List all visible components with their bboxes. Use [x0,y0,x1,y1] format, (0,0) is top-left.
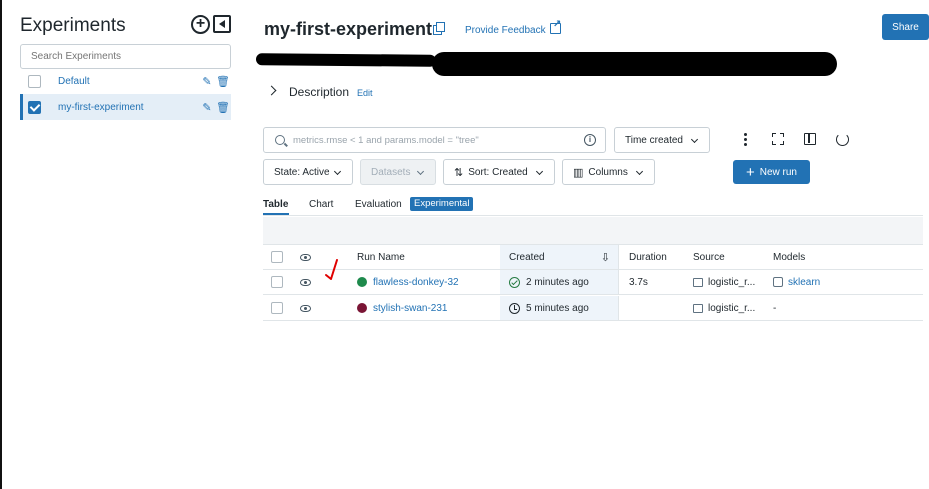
fullscreen-icon[interactable] [772,133,784,145]
chevron-down-icon [690,135,699,144]
chevron-right-icon[interactable] [266,85,277,96]
run-name-link[interactable]: stylish-swan-231 [373,303,447,314]
refresh-icon[interactable] [836,133,849,146]
visibility-header[interactable] [300,245,311,269]
source-file-icon [693,303,703,313]
run-color-dot[interactable] [357,303,367,313]
time-created-dropdown[interactable]: Time created [614,127,710,153]
state-filter-label: State: Active [274,166,330,178]
experimental-badge: Experimental [410,197,474,211]
new-run-button[interactable]: + New run [733,160,810,184]
redaction-mark [255,53,437,67]
model-icon [773,277,783,287]
state-filter-dropdown[interactable]: State: Active [263,159,353,185]
sort-icon: ⇅ [454,166,464,179]
red-checkmark-annotation [325,259,338,280]
created-time: 5 minutes ago [526,302,589,314]
source-file-icon [693,277,703,287]
description-label[interactable]: Description [289,85,349,99]
eye-icon[interactable] [300,278,311,286]
collapse-sidebar-icon[interactable] [213,15,231,33]
new-run-label: New run [759,166,797,178]
sidebar-item-label[interactable]: Default [58,76,199,87]
side-panel-icon[interactable] [804,133,816,145]
chevron-down-icon [333,167,342,176]
page-title: my-first-experiment [264,19,433,39]
source-link[interactable]: logistic_r... [708,303,755,314]
info-icon[interactable]: i [584,134,596,146]
sidebar-title: Experiments [20,15,126,36]
created-time: 2 minutes ago [526,276,589,288]
chevron-down-icon [635,167,644,176]
col-header-duration[interactable]: Duration [629,245,667,269]
time-created-label: Time created [625,134,683,146]
table-row[interactable]: stylish-swan-231 5 minutes ago logistic_… [263,296,923,321]
sidebar-item-label[interactable]: my-first-experiment [58,102,199,113]
experiments-sidebar: Experiments + Default ✎ 🗑 my-first-exper… [2,0,240,489]
chevron-down-icon [416,167,425,176]
plus-icon: + [745,163,755,181]
add-experiment-icon[interactable]: + [191,15,210,34]
running-status-icon [509,302,520,314]
search-icon [275,135,285,145]
table-header-row: Run Name Created ⇩ Duration Source Model… [263,244,923,270]
model-link[interactable]: sklearn [788,277,820,288]
col-header-run-name[interactable]: Run Name [357,245,405,269]
tab-evaluation[interactable]: Evaluation [355,199,402,210]
finished-status-icon [509,276,520,288]
redaction-mark [432,52,837,76]
sort-label: Sort: Created [468,166,528,178]
sidebar-item-default[interactable]: Default ✎ 🗑 [20,68,231,94]
experiment-checkbox[interactable] [28,74,41,88]
row-checkbox[interactable] [271,302,283,314]
columns-icon: ▥ [573,166,584,179]
table-row[interactable]: flawless-donkey-32 2 minutes ago 3.7s lo… [263,270,923,295]
copy-icon[interactable] [433,22,445,35]
col-header-source[interactable]: Source [693,245,725,269]
sort-desc-icon[interactable]: ⇩ [601,251,610,264]
row-checkbox[interactable] [271,276,283,288]
select-all-checkbox-cell[interactable] [271,245,283,269]
eye-icon[interactable] [300,304,311,312]
provide-feedback-link[interactable]: Provide Feedback [465,25,546,36]
columns-label: Columns [588,166,628,178]
edit-pencil-icon[interactable]: ✎ [199,101,215,114]
duration-value: 3.7s [629,276,648,288]
col-header-created[interactable]: Created ⇩ [500,245,618,269]
column-separator[interactable] [618,245,619,269]
eye-icon[interactable] [300,253,311,261]
run-search-input[interactable]: metrics.rmse < 1 and params.model = "tre… [263,127,606,153]
tab-table[interactable]: Table [263,199,288,210]
experiment-checkbox-checked[interactable] [28,100,41,114]
external-link-icon[interactable] [550,19,561,34]
chevron-down-icon [535,167,544,176]
search-placeholder: metrics.rmse < 1 and params.model = "tre… [293,135,479,146]
sidebar-item-my-first-experiment[interactable]: my-first-experiment ✎ 🗑 [20,94,231,120]
datasets-filter-label: Datasets [371,166,411,178]
more-options-icon[interactable] [744,133,747,147]
model-value: - [773,302,777,314]
table-toolbar-strip [263,217,923,244]
share-button[interactable]: Share [882,14,929,40]
run-color-dot[interactable] [357,277,367,287]
edit-pencil-icon[interactable]: ✎ [199,75,215,88]
datasets-filter-dropdown[interactable]: Datasets [360,159,436,185]
tab-divider [263,215,923,216]
columns-dropdown[interactable]: ▥ Columns [562,159,655,185]
description-edit-link[interactable]: Edit [357,88,373,98]
sort-dropdown[interactable]: ⇅ Sort: Created [443,159,555,185]
run-name-link[interactable]: flawless-donkey-32 [373,277,459,288]
column-separator [618,270,619,294]
search-experiments-input[interactable] [20,44,231,69]
tab-chart[interactable]: Chart [309,199,333,210]
col-header-created-label: Created [509,251,545,263]
trash-icon[interactable]: 🗑 [215,101,231,114]
col-header-models[interactable]: Models [773,245,805,269]
select-all-checkbox[interactable] [271,251,283,263]
trash-icon[interactable]: 🗑 [215,75,231,88]
column-separator [618,296,619,320]
source-link[interactable]: logistic_r... [708,277,755,288]
